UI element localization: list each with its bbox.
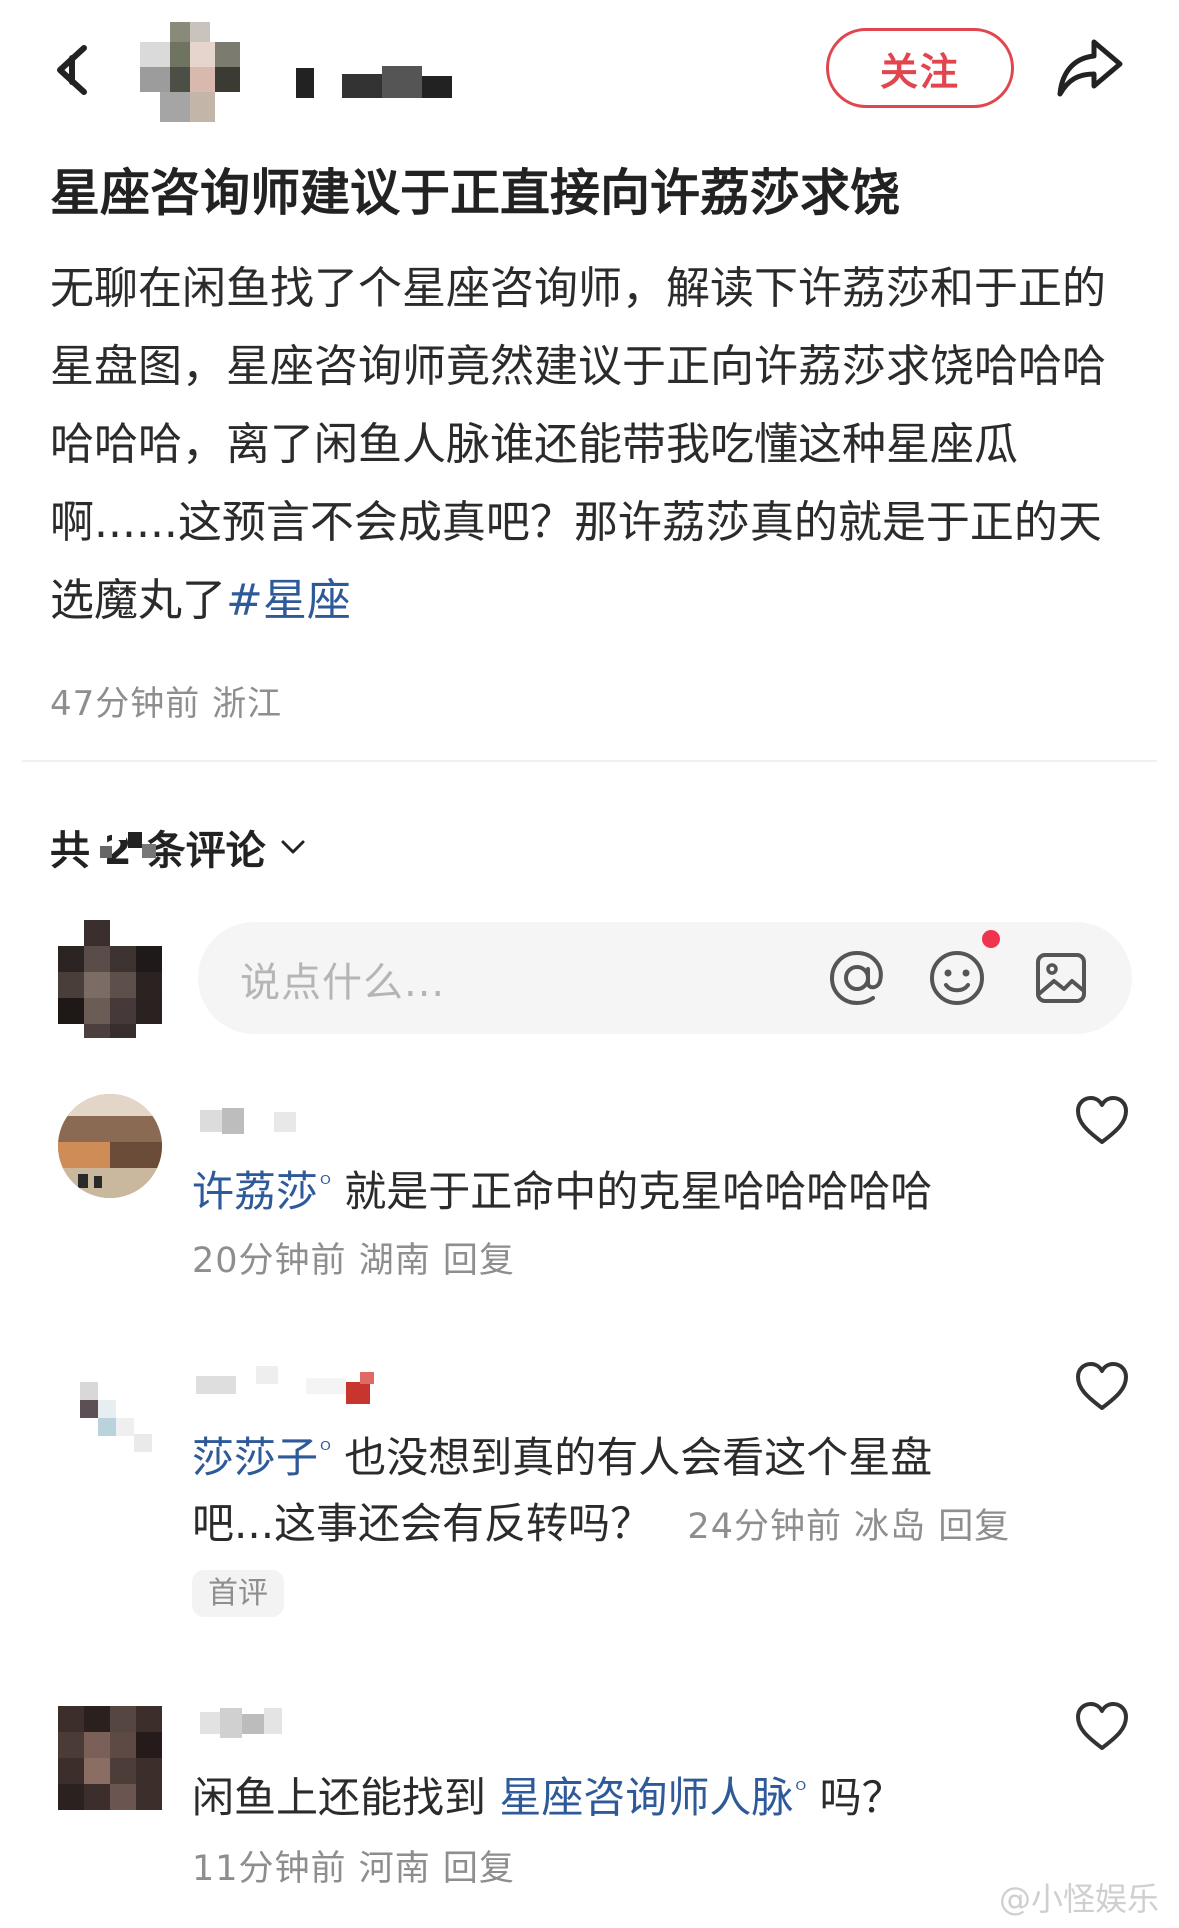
redaction-mosaic	[100, 820, 160, 866]
image-icon	[1036, 953, 1086, 1003]
comment-count-toggle[interactable]: 共 2 条评论	[50, 818, 306, 876]
share-button[interactable]	[1052, 30, 1128, 106]
search-mini-icon: ᴼ	[795, 1778, 807, 1803]
back-arrow-icon	[57, 45, 87, 95]
comment-body-1: 也没想到真的有人会看这个星盘	[344, 1433, 933, 1482]
share-icon	[1057, 39, 1123, 97]
back-button[interactable]	[48, 38, 108, 98]
image-button[interactable]	[1030, 947, 1092, 1009]
reply-button[interactable]: 回复	[938, 1507, 1010, 1547]
at-icon	[829, 950, 883, 1006]
comment-text: 闲鱼上还能找到 星座咨询师人脉ᴼ 吗？	[192, 1758, 904, 1831]
comment-location: 冰岛	[854, 1507, 927, 1547]
like-button[interactable]	[1074, 1360, 1130, 1412]
comment-mention[interactable]: 许荔莎	[192, 1167, 318, 1216]
comment-body: 就是于正命中的克星哈哈哈哈哈	[344, 1167, 933, 1216]
heart-icon	[1076, 1362, 1128, 1410]
first-comment-badge: 首评	[192, 1570, 284, 1617]
watermark: @小怪娱乐	[998, 1880, 1159, 1918]
reply-button[interactable]: 回复	[443, 1849, 515, 1889]
comment-line-1: 莎莎子ᴼ 也没想到真的有人会看这个星盘	[192, 1418, 1052, 1491]
first-comment-badge-wrap: 首评	[192, 1568, 284, 1617]
search-mini-icon: ᴼ	[320, 1438, 331, 1463]
comment-body-after: 吗？	[819, 1773, 904, 1822]
reply-button[interactable]: 回复	[443, 1241, 515, 1281]
comment-username-redacted[interactable]	[200, 1708, 320, 1738]
comment-avatar[interactable]	[58, 1094, 162, 1198]
comment-text: 许荔莎ᴼ 就是于正命中的克星哈哈哈哈哈	[192, 1152, 932, 1225]
comment-username-redacted[interactable]	[200, 1108, 320, 1138]
chevron-down-icon	[281, 840, 305, 854]
heart-icon	[1076, 1702, 1128, 1750]
divider	[22, 760, 1157, 762]
comment-meta: 24分钟前 冰岛 回复	[687, 1507, 1010, 1547]
author-avatar[interactable]	[140, 22, 260, 122]
mention-button[interactable]	[826, 947, 888, 1009]
comment-body-2: 吧...这事还会有反转吗？	[192, 1499, 653, 1548]
comment-meta: 20分钟前 湖南 回复	[192, 1232, 515, 1283]
post-body-text: 无聊在闲鱼找了个星座咨询师，解读下许荔莎和于正的星盘图，星座咨询师竟然建议于正向…	[50, 263, 1106, 626]
hashtag-link[interactable]: #星座	[226, 575, 351, 626]
post-meta: 47分钟前 浙江	[50, 676, 282, 725]
comment-body-before: 闲鱼上还能找到	[192, 1773, 487, 1822]
post-time: 47分钟前	[50, 684, 201, 724]
post-title: 星座咨询师建议于正直接向许荔莎求饶	[50, 164, 900, 222]
comment-username-redacted[interactable]	[196, 1362, 386, 1406]
comment-meta: 11分钟前 河南 回复	[192, 1840, 515, 1891]
comment-location: 河南	[358, 1849, 431, 1889]
emoji-button[interactable]	[926, 947, 988, 1009]
comment-mention[interactable]: 星座咨询师人脉	[499, 1773, 793, 1822]
comment-line-2: 吧...这事还会有反转吗？ 24分钟前 冰岛 回复	[192, 1491, 1052, 1560]
heart-icon	[1076, 1096, 1128, 1144]
comment-text: 莎莎子ᴼ 也没想到真的有人会看这个星盘 吧...这事还会有反转吗？ 24分钟前 …	[192, 1418, 1052, 1560]
comment-avatar[interactable]	[58, 1370, 162, 1474]
comment-time: 20分钟前	[192, 1241, 347, 1281]
search-mini-icon: ᴼ	[320, 1172, 331, 1197]
notification-dot	[982, 930, 1000, 948]
comment-input-placeholder[interactable]: 说点什么...	[240, 950, 445, 1008]
my-avatar	[58, 920, 162, 1038]
comment-mention[interactable]: 莎莎子	[192, 1433, 318, 1482]
comment-time: 24分钟前	[687, 1507, 842, 1547]
comment-avatar[interactable]	[58, 1706, 162, 1810]
like-button[interactable]	[1074, 1700, 1130, 1752]
author-name-redacted[interactable]	[296, 62, 456, 102]
like-button[interactable]	[1074, 1094, 1130, 1146]
emoji-icon	[930, 951, 984, 1005]
post-location: 浙江	[212, 684, 283, 724]
post-body: 无聊在闲鱼找了个星座咨询师，解读下许荔莎和于正的星盘图，星座咨询师竟然建议于正向…	[50, 250, 1140, 640]
follow-button[interactable]: 关注	[826, 28, 1014, 108]
comment-time: 11分钟前	[192, 1849, 347, 1889]
comment-location: 湖南	[358, 1241, 431, 1281]
